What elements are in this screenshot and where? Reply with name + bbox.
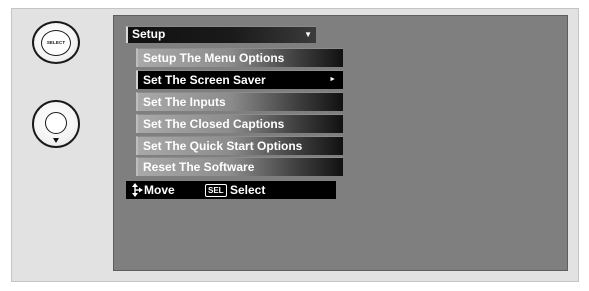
move-label: Move xyxy=(144,183,175,197)
menu-item-reset-software[interactable]: Reset The Software xyxy=(136,157,343,177)
menu-title-bar[interactable]: Setup ▼ xyxy=(126,26,316,43)
sel-key-badge: SEL xyxy=(205,184,227,197)
menu-item-label: Reset The Software xyxy=(143,160,255,175)
menu-title: Setup xyxy=(132,27,166,41)
menu-item-set-screen-saver[interactable]: Set The Screen Saver ► xyxy=(136,69,343,89)
select-button-label: SELECT xyxy=(46,40,66,45)
menu-item-set-closed-captions[interactable]: Set The Closed Captions xyxy=(136,113,343,133)
dpad-center xyxy=(45,112,67,135)
menu-item-set-quick-start-options[interactable]: Set The Quick Start Options xyxy=(136,135,343,155)
chevron-right-icon: ► xyxy=(329,75,336,83)
menu-item-label: Setup The Menu Options xyxy=(143,51,285,65)
menu-item-set-inputs[interactable]: Set The Inputs xyxy=(136,91,343,111)
menu-item-label: Set The Inputs xyxy=(143,94,226,109)
menu-item-setup-menu-options[interactable]: Setup The Menu Options xyxy=(136,48,343,67)
caret-down-icon: ▼ xyxy=(304,30,312,39)
dpad-down-arrow-icon xyxy=(53,138,59,143)
setup-menu-list: Setup The Menu Options Set The Screen Sa… xyxy=(136,48,343,179)
select-button-face: SELECT xyxy=(41,29,71,56)
select-label: Select xyxy=(230,183,266,197)
remote-select-button-icon: SELECT xyxy=(32,21,80,64)
menu-item-label: Set The Screen Saver xyxy=(143,72,266,87)
help-bar: Move SEL Select xyxy=(126,181,336,199)
menu-item-label: Set The Closed Captions xyxy=(143,116,285,131)
move-arrows-icon xyxy=(132,183,143,197)
menu-item-label: Set The Quick Start Options xyxy=(143,138,303,153)
remote-dpad-button-icon xyxy=(32,100,80,148)
